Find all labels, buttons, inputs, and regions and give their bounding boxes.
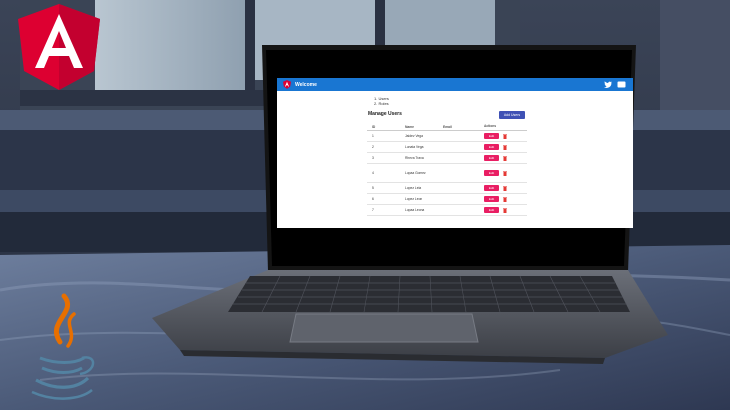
edit-button[interactable]: Edit [484,133,499,139]
page-heading: Manage Users [368,111,402,117]
edit-button[interactable]: Edit [484,185,499,191]
edit-button[interactable]: Edit [484,144,499,150]
chat-icon[interactable] [617,81,626,88]
delete-icon[interactable] [503,133,507,139]
add-users-button[interactable]: Add Users [499,111,525,119]
twitter-icon[interactable] [604,81,612,88]
delete-icon[interactable] [503,170,507,176]
table-row: 2 Lunata Vega Edit [367,142,527,153]
angular-small-icon [283,80,291,89]
edit-button[interactable]: Edit [484,207,499,213]
table-row: 4 Lupaa Gomez Edit [367,164,527,183]
table-row: 3 Rheva Trava Edit [367,153,527,164]
cell-name: Rheva Trava [405,156,424,160]
cell-name: Lopez Leia [405,186,422,190]
edit-button[interactable]: Edit [484,155,499,161]
edit-button[interactable]: Edit [484,196,499,202]
app-toolbar: Welcome [277,78,633,91]
cell-id: 4 [372,171,374,175]
table-row: 5 Lopez Leia Edit [367,183,527,194]
java-logo [31,293,95,400]
angular-logo [18,4,100,90]
table-header-row: ID Name Email Actions [367,122,527,131]
cell-name: Lupaa Gomez [405,171,426,175]
delete-icon[interactable] [503,155,507,161]
cell-id: 5 [372,186,374,190]
cell-name: Lopez Leon [405,197,423,201]
nav-list: 1. Users 2. Roles [374,96,389,106]
nav-item-roles[interactable]: 2. Roles [374,101,389,106]
cell-id: 3 [372,156,374,160]
cell-id: 2 [372,145,374,149]
cell-name: Jaidev Vega [405,134,423,138]
delete-icon[interactable] [503,144,507,150]
cell-id: 7 [372,208,374,212]
header-actions: Actions [484,124,497,128]
table-row: 6 Lopez Leon Edit [367,194,527,205]
header-name: Name [405,125,414,129]
users-table: ID Name Email Actions 1 Jaidev Vega Edit… [367,122,527,216]
edit-button[interactable]: Edit [484,170,499,176]
cell-id: 6 [372,197,374,201]
header-id: ID [372,125,376,129]
delete-icon[interactable] [503,185,507,191]
toolbar-title: Welcome [295,81,317,88]
header-email: Email [443,125,452,129]
cell-id: 1 [372,134,374,138]
laptop-screen: Welcome 1. Users 2. Roles Manage Users A… [277,78,633,228]
cell-name: Lupaa Leona [405,208,425,212]
delete-icon[interactable] [503,196,507,202]
cell-name: Lunata Vega [405,145,424,149]
table-row: 1 Jaidev Vega Edit [367,131,527,142]
table-row: 7 Lupaa Leona Edit [367,205,527,216]
delete-icon[interactable] [503,207,507,213]
